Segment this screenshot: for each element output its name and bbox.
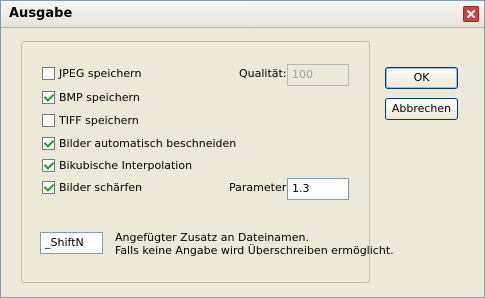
- close-icon[interactable]: [463, 6, 479, 22]
- bmp-label: BMP speichern: [59, 91, 140, 104]
- jpeg-label: JPEG speichern: [59, 67, 142, 80]
- suffix-description-line2: Falls keine Angabe wird Überschreiben er…: [115, 244, 394, 257]
- tiff-checkbox[interactable]: [42, 114, 55, 127]
- bicubic-label: Bikubische Interpolation: [59, 159, 193, 172]
- quality-label: Qualität:: [239, 67, 287, 80]
- parameter-input[interactable]: 1.3: [287, 178, 349, 200]
- sharpen-checkbox[interactable]: [42, 181, 55, 194]
- parameter-label: Parameter:: [229, 181, 290, 194]
- suffix-description-line1: Angefügter Zusatz an Dateinamen.: [115, 231, 309, 244]
- bicubic-checkbox[interactable]: [42, 159, 55, 172]
- title-bar[interactable]: Ausgabe: [1, 1, 484, 28]
- auto-crop-label: Bilder automatisch beschneiden: [59, 137, 237, 150]
- cancel-button[interactable]: Abbrechen: [385, 98, 458, 120]
- auto-crop-checkbox[interactable]: [42, 137, 55, 150]
- window-title: Ausgabe: [9, 6, 73, 21]
- tiff-label: TIFF speichern: [59, 114, 139, 127]
- quality-input[interactable]: 100: [287, 64, 349, 86]
- jpeg-checkbox[interactable]: [42, 67, 55, 80]
- bmp-checkbox[interactable]: [42, 91, 55, 104]
- ok-button[interactable]: OK: [385, 67, 458, 89]
- dialog-window: Ausgabe JPEG speichern BMP speichern TIF…: [0, 0, 485, 298]
- sharpen-label: Bilder schärfen: [59, 181, 143, 194]
- suffix-input[interactable]: _ShiftN: [40, 232, 103, 254]
